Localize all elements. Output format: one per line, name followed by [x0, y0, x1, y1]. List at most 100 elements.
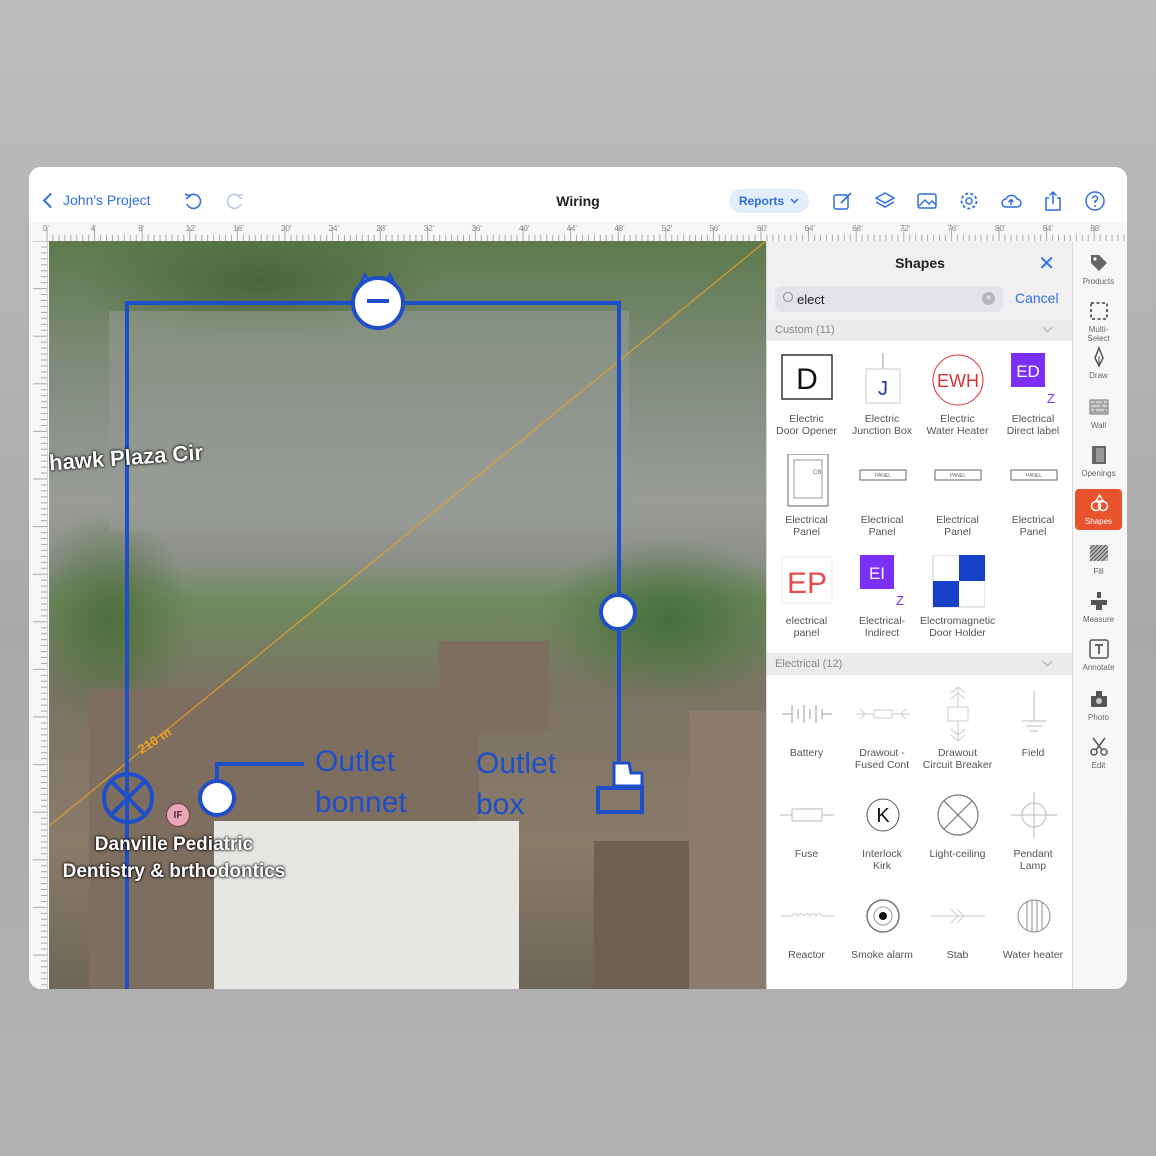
clear-search-icon[interactable]: × [982, 292, 995, 305]
toolbar-item-edit[interactable]: Edit [1075, 733, 1122, 774]
shape-item[interactable]: Pendant Lamp [996, 776, 1071, 877]
shape-thumbnail-icon: EP [781, 556, 833, 604]
shape-item[interactable]: Electromagnetic Door Holder [920, 543, 995, 644]
svg-text:Z: Z [1047, 391, 1055, 406]
tag-icon [1090, 255, 1107, 271]
ruler-tick-label: 52' [661, 224, 673, 233]
shape-item[interactable]: ED Z Electrical Direct label [996, 341, 1071, 442]
shape-label: Electrical- Indirect [858, 615, 906, 639]
toolbar-item-multi[interactable]: Multi- Select [1075, 297, 1122, 347]
shape-thumbnail-icon: PANEL [1010, 469, 1057, 481]
ruler-tick-label: 88' [1090, 224, 1101, 233]
shape-thumbnail-icon: EWH [932, 354, 984, 406]
panel-title: Shapes [895, 255, 945, 271]
ruler-top: 0' 4' 8' 12' 16' 20' 24' 28' 32' 36' 40' 44' 48' 52' 5… [29, 223, 1127, 242]
shape-thumbnail-icon: PANEL [859, 469, 906, 481]
map-canvas[interactable]: hawk Plaza Cir 210 m IF Danville Pediatr… [49, 241, 766, 989]
toolbar-item-measure[interactable]: Measure [1075, 587, 1122, 628]
shape-item[interactable]: PANEL Electrical Panel [845, 442, 920, 543]
shape-label: Electric Water Heater [926, 413, 989, 437]
shape-item[interactable]: Light-ceiling [920, 776, 995, 877]
section-custom[interactable]: Custom (11) [767, 319, 1073, 341]
shape-item[interactable]: Battery [769, 675, 844, 776]
toolbar-item-label: Fill [1093, 567, 1104, 576]
shape-item[interactable]: CB Electrical Panel [769, 442, 844, 543]
ruler-tick-label: 8' [138, 224, 145, 233]
outlet-node[interactable] [198, 779, 236, 817]
shape-item[interactable]: Field [996, 675, 1071, 776]
poi-line-2: Dentistry & brthodontics [62, 861, 286, 882]
top-bar: John's Project Wiring Reports [29, 167, 1127, 223]
shape-thumbnail-icon [865, 899, 900, 933]
ruler-tick-label: 40' [519, 224, 530, 233]
junction-node[interactable] [599, 593, 637, 631]
help-icon[interactable] [1084, 190, 1106, 212]
shape-item[interactable]: K Interlock Kirk [845, 776, 920, 877]
toolbar-item-fill[interactable]: Fill [1075, 539, 1122, 580]
shape-item[interactable]: Smoke alarm [845, 877, 920, 978]
electrical-shapes-grid: Battery Drawout - Fused Cont Drawout Circuit… [767, 675, 1073, 989]
shape-thumbnail-icon [931, 908, 985, 924]
outlet-box-symbol[interactable] [596, 761, 644, 814]
section-electrical[interactable]: Electrical (12) [767, 653, 1073, 675]
shape-item[interactable]: EWH Electric Water Heater [920, 341, 995, 442]
shape-thumbnail-icon: K [866, 798, 899, 832]
toolbar-item-draw[interactable]: Draw [1075, 343, 1122, 384]
shape-label: Electromagnetic Door Holder [920, 615, 996, 639]
shape-label: Fuse [794, 848, 819, 860]
image-icon[interactable] [916, 190, 938, 212]
toolbar-item-shapes[interactable]: Shapes [1075, 489, 1122, 530]
toolbar-item-label: Multi- [1088, 325, 1109, 334]
wire-run[interactable] [125, 301, 621, 989]
shapes-icon [1090, 493, 1108, 512]
shape-item[interactable]: D Electric Door Opener [769, 341, 844, 442]
shape-item[interactable]: Water heater [996, 877, 1071, 978]
outlet-box-line-1: Outlet [476, 747, 557, 780]
share-icon[interactable] [1042, 190, 1064, 212]
toolbar-item-products[interactable]: Products [1075, 249, 1122, 290]
ruler-tick-label: 68' [852, 224, 863, 233]
cloud-upload-icon[interactable] [1000, 190, 1022, 212]
right-toolbar: Products Multi- Select Draw Wall Openings Shap… [1072, 241, 1127, 989]
close-icon[interactable]: ✕ [1038, 254, 1055, 274]
reports-button[interactable]: Reports [729, 189, 809, 213]
shape-item[interactable]: EI Z Electrical- Indirect [845, 543, 920, 644]
shape-thumbnail-icon: PANEL [934, 469, 982, 481]
search-input[interactable]: elect × [775, 286, 1003, 312]
toolbar-item-label-2: Select [1087, 334, 1110, 343]
outlet-box-line-2: box [476, 788, 525, 821]
shape-item[interactable]: Fuse [769, 776, 844, 877]
outlet-box-label[interactable]: Outlet box [476, 743, 556, 825]
edit-icon[interactable] [832, 190, 854, 212]
ruler-tick-label: 44' [566, 224, 578, 233]
shape-item[interactable]: Drawout Circuit Breaker [920, 675, 995, 776]
toolbar-item-photo[interactable]: Photo [1075, 685, 1122, 726]
shape-item[interactable]: Reactor [769, 877, 844, 978]
toolbar-item-wall[interactable]: Wall [1075, 393, 1122, 434]
poi-line-1: Danville Pediatric [94, 834, 254, 855]
shape-item[interactable]: PANEL Electrical Panel [996, 442, 1071, 543]
shape-item[interactable]: PANEL Electrical Panel [920, 442, 995, 543]
toolbar-item-label: Shapes [1084, 517, 1113, 526]
gear-icon[interactable] [958, 190, 980, 212]
shape-label: Electrical Panel [860, 514, 904, 538]
svg-text:PANEL: PANEL [950, 473, 966, 479]
ruler-tick-label: 76' [947, 224, 958, 233]
outlet-bonnet-label[interactable]: Outlet bonnet [315, 741, 407, 823]
toolbar-item-label: Measure [1082, 615, 1115, 624]
outlet-bonnet-line-1: Outlet [315, 745, 396, 778]
layers-icon[interactable] [874, 190, 896, 212]
toolbar-item-openings[interactable]: Openings [1075, 441, 1122, 482]
shape-item[interactable]: Stab [920, 877, 995, 978]
shape-label: Battery [789, 747, 824, 759]
shape-item[interactable]: EP electrical panel [769, 543, 844, 644]
outlet-bonnet-symbol[interactable] [351, 271, 405, 330]
shape-item[interactable]: Drawout - Fused Cont [845, 675, 920, 776]
toolbar-item-annotate[interactable]: Annotate [1075, 635, 1122, 676]
toolbar-item-label: Draw [1089, 371, 1108, 380]
cancel-button[interactable]: Cancel [1015, 290, 1059, 306]
shape-item[interactable]: J Electric Junction Box [845, 341, 920, 442]
ruler-tick-label: 56' [709, 224, 720, 233]
ruler-tick-label: 12' [185, 224, 197, 233]
chevron-down-icon [1042, 322, 1053, 333]
